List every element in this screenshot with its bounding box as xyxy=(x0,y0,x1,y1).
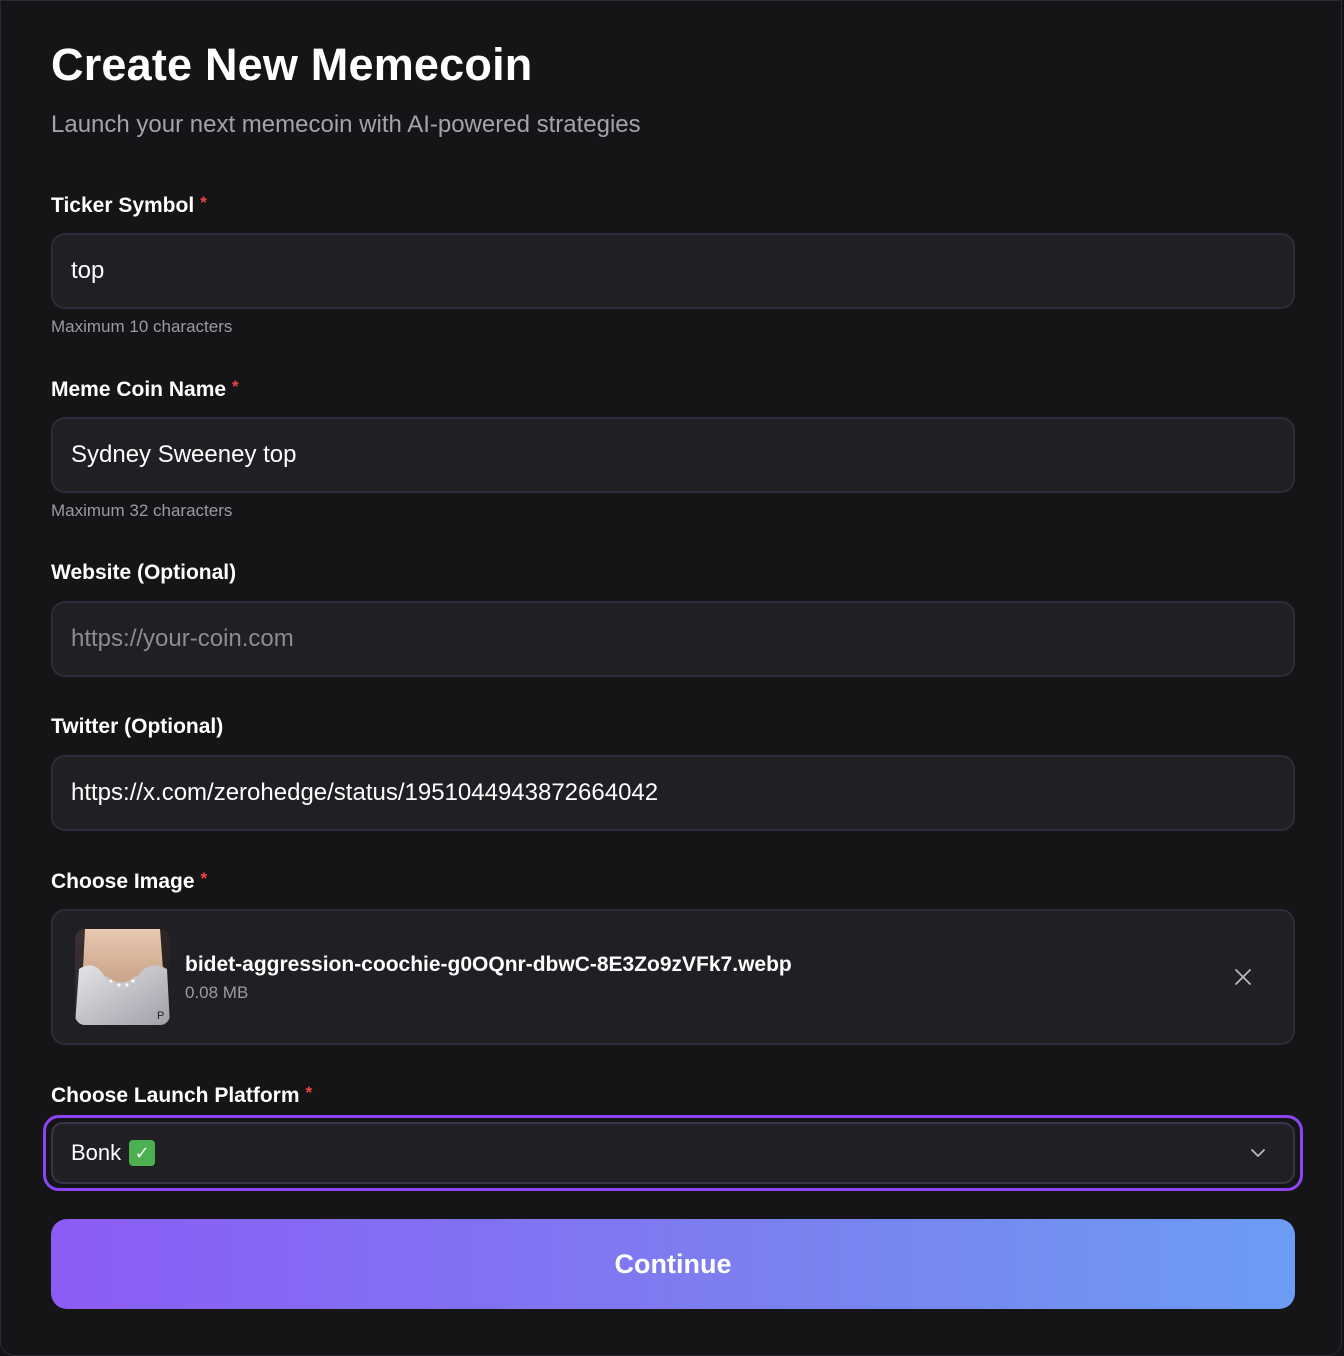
image-thumbnail: P xyxy=(75,929,170,1025)
coin-name-field[interactable] xyxy=(51,417,1295,493)
close-icon xyxy=(1235,969,1251,985)
file-size: 0.08 MB xyxy=(185,983,249,1002)
image-upload-box[interactable]: P bidet-aggression-coochie-g0OQnr-dbwC-8… xyxy=(51,909,1295,1045)
svg-text:P: P xyxy=(157,1010,164,1022)
platform-select[interactable]: Bonk ✓ xyxy=(51,1122,1295,1184)
platform-selected-value: Bonk ✓ xyxy=(71,1140,156,1166)
twitter-label-text: Twitter (Optional) xyxy=(51,715,224,738)
image-label-text: Choose Image xyxy=(51,870,195,893)
coin-name-hint: Maximum 32 characters xyxy=(51,501,233,520)
twitter-input[interactable] xyxy=(71,779,1275,807)
twitter-field[interactable] xyxy=(51,755,1295,831)
platform-label-text: Choose Launch Platform xyxy=(51,1084,300,1107)
required-mark: * xyxy=(232,377,239,396)
chevron-down-icon xyxy=(1251,1149,1265,1157)
platform-label: Choose Launch Platform * xyxy=(51,1083,312,1108)
create-memecoin-panel: Create New Memecoin Launch your next mem… xyxy=(0,0,1342,1356)
coin-name-input[interactable] xyxy=(71,441,1275,469)
platform-selected-text: Bonk xyxy=(71,1140,122,1165)
page-subtitle: Launch your next memecoin with AI-powere… xyxy=(51,111,641,138)
ticker-label-text: Ticker Symbol xyxy=(51,194,195,217)
website-label: Website (Optional) xyxy=(51,561,236,585)
file-name: bidet-aggression-coochie-g0OQnr-dbwC-8E3… xyxy=(185,953,792,976)
coin-name-label-text: Meme Coin Name xyxy=(51,378,227,401)
required-mark: * xyxy=(200,193,207,212)
coin-name-label: Meme Coin Name * xyxy=(51,377,239,402)
ticker-hint: Maximum 10 characters xyxy=(51,317,233,336)
twitter-label: Twitter (Optional) xyxy=(51,715,223,739)
website-label-text: Website (Optional) xyxy=(51,561,237,584)
check-mark-icon: ✓ xyxy=(129,1140,156,1166)
ticker-label: Ticker Symbol * xyxy=(51,193,207,218)
page-title: Create New Memecoin xyxy=(51,39,533,90)
website-field[interactable] xyxy=(51,601,1295,677)
continue-button[interactable]: Continue xyxy=(51,1219,1295,1309)
required-mark: * xyxy=(200,869,208,888)
ticker-field[interactable] xyxy=(51,233,1295,309)
website-input[interactable] xyxy=(71,625,1275,653)
required-mark: * xyxy=(305,1083,313,1102)
image-label: Choose Image * xyxy=(51,869,207,894)
ticker-input[interactable] xyxy=(71,257,1275,285)
remove-image-button[interactable] xyxy=(1229,963,1257,991)
